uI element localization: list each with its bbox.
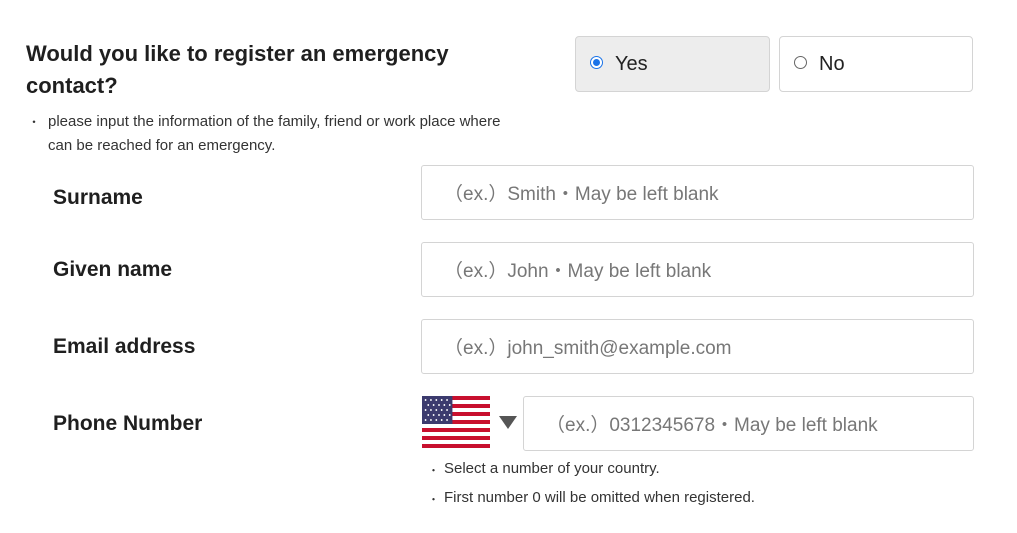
yes-radio-button[interactable]	[590, 55, 603, 69]
phone-hint-zero: ・ First number 0 will be omitted when re…	[428, 489, 755, 506]
phone-label: Phone Number	[53, 412, 203, 435]
surname-input[interactable]: （ex.）Smith・May be left blank	[421, 165, 974, 220]
given-name-input[interactable]: （ex.）John・May be left blank	[421, 242, 974, 297]
no-option[interactable]: No	[779, 36, 973, 92]
us-flag-icon	[422, 396, 490, 448]
hint-bullet: ・	[428, 465, 439, 477]
emergency-contact-note: ・ please input the information of the fa…	[28, 110, 508, 158]
note-text: please input the information of the fami…	[48, 113, 501, 154]
yes-label: Yes	[615, 52, 648, 75]
yes-option[interactable]: Yes	[575, 36, 770, 92]
hint-text: Select a number of your country.	[444, 460, 660, 477]
country-selector[interactable]	[422, 396, 517, 448]
no-radio-button[interactable]	[794, 55, 807, 69]
chevron-down-icon[interactable]	[499, 415, 517, 429]
hint-bullet: ・	[428, 494, 439, 506]
email-label: Email address	[53, 335, 196, 358]
emergency-contact-question: Would you like to register an emergency …	[26, 41, 449, 98]
given-name-label: Given name	[53, 258, 173, 281]
phone-number-input[interactable]: （ex.）0312345678・May be left blank	[523, 396, 974, 451]
phone-hint-country: ・ Select a number of your country.	[428, 460, 660, 477]
email-input[interactable]: （ex.）john_smith@example.com	[421, 319, 974, 374]
hint-text: First number 0 will be omitted when regi…	[444, 489, 755, 506]
no-label: No	[819, 52, 845, 75]
note-bullet: ・	[28, 115, 41, 129]
surname-label: Surname	[53, 186, 143, 209]
